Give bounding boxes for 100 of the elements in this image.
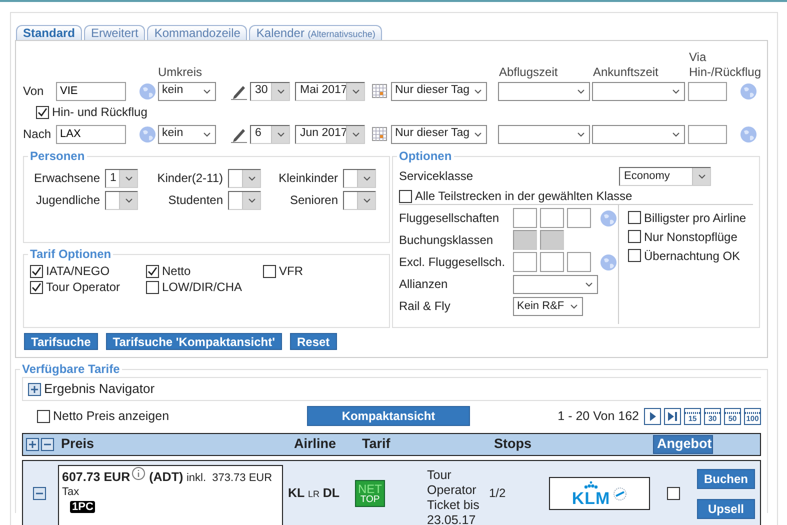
chevron-icon[interactable] [203, 88, 211, 94]
chevron-icon[interactable] [203, 132, 211, 136]
tab[interactable]: Kommandozeile [147, 25, 248, 40]
date-range-select[interactable]: Nur dieser Tag [391, 82, 487, 100]
checkbox-label: Nur Nonstopflüge [644, 230, 738, 244]
count-select[interactable]: 1 [105, 169, 138, 188]
last-page-icon[interactable] [664, 408, 681, 424]
baggage-badge: 1PC [70, 500, 96, 513]
chevron-icon[interactable] [248, 198, 256, 203]
day-select[interactable]: 30 [250, 82, 290, 100]
navigator-label[interactable]: Ergebnis Navigator [44, 381, 155, 397]
chevron-icon[interactable] [352, 88, 360, 94]
chevron-icon[interactable] [577, 132, 585, 136]
chevron-icon[interactable] [474, 88, 482, 94]
expand-all-icon[interactable] [26, 438, 39, 451]
compact-view-button[interactable]: Kompaktansicht [307, 406, 470, 426]
price: 607.73 EUR [62, 470, 130, 484]
calendar-icon[interactable] [372, 127, 387, 141]
tab[interactable]: Kalender (Alternativsuche) [249, 25, 382, 40]
checkbox[interactable] [30, 264, 43, 278]
fare-info: Tour Operator Ticket bis 23.05.17 [427, 468, 480, 525]
chevron-icon[interactable] [474, 132, 482, 136]
chevron-icon[interactable] [362, 176, 370, 181]
airport-field[interactable]: LAX [56, 124, 126, 144]
field-label: Senioren [288, 193, 338, 208]
checkbox[interactable] [263, 264, 276, 278]
column-header: Airline [294, 436, 338, 453]
chevron-icon[interactable] [276, 88, 284, 94]
collapse-icon[interactable] [33, 487, 46, 500]
section-title: Optionen [398, 150, 453, 162]
column-header[interactable]: Angebot [653, 435, 713, 454]
checkbox[interactable] [399, 190, 412, 203]
action-button[interactable]: Upsell [697, 498, 755, 518]
chevron-icon[interactable] [698, 174, 706, 179]
expand-icon[interactable] [28, 382, 41, 396]
rail-fly-select[interactable]: Kein R&F [513, 296, 583, 316]
departure-time-select[interactable] [498, 82, 590, 100]
code-field[interactable] [513, 208, 537, 228]
fare-badge: NET TOP [355, 480, 385, 507]
tab[interactable]: Erweitert [84, 25, 146, 40]
radius-select[interactable]: kein [158, 82, 216, 100]
chevron-icon[interactable] [672, 132, 680, 136]
chevron-icon[interactable] [352, 132, 360, 136]
count-select[interactable] [228, 191, 261, 210]
chevron-icon[interactable] [577, 88, 585, 94]
section-title: Tarif Optionen [29, 248, 112, 260]
chevron-icon[interactable] [124, 176, 132, 181]
chevron-icon[interactable] [585, 282, 593, 287]
via-field[interactable] [688, 124, 727, 144]
checkbox-label: Billigster pro Airline [644, 210, 746, 226]
leg-label: Nach [23, 126, 52, 142]
chevron-icon[interactable] [362, 198, 370, 203]
search-button[interactable]: Tarifsuche [24, 333, 98, 350]
tab[interactable]: Standard [16, 25, 82, 40]
checkbox[interactable] [30, 281, 43, 294]
column-label: Ankunftszeit [593, 64, 660, 79]
crown-icon [584, 480, 598, 490]
alliance-select[interactable] [513, 274, 598, 294]
search-button[interactable]: Tarifsuche 'Kompaktansicht' [106, 333, 282, 350]
checkbox[interactable] [628, 230, 641, 244]
calendar-icon[interactable] [372, 84, 387, 98]
collapse-all-icon[interactable] [41, 438, 54, 451]
checkbox[interactable] [146, 264, 159, 278]
chevron-icon[interactable] [570, 304, 578, 309]
count-select[interactable] [343, 191, 376, 210]
passenger-type: (ADT) [149, 470, 184, 484]
airport-field[interactable]: VIE [56, 82, 126, 100]
day-select[interactable]: 6 [250, 124, 290, 144]
checkbox[interactable] [146, 281, 159, 294]
count-select[interactable] [343, 169, 376, 188]
chevron-icon[interactable] [276, 132, 284, 136]
count-select[interactable] [105, 191, 138, 210]
arrival-time-select[interactable] [592, 82, 685, 100]
code-field[interactable] [513, 252, 537, 272]
next-page-icon[interactable] [644, 408, 661, 424]
via-field[interactable] [688, 82, 727, 100]
code-field[interactable] [567, 252, 591, 272]
count-select[interactable] [228, 169, 261, 188]
code-field[interactable] [540, 208, 564, 228]
month-select[interactable]: Jun 2017 [295, 124, 365, 144]
checkbox[interactable] [628, 211, 641, 224]
action-button[interactable]: Buchen [697, 468, 755, 488]
radius-select[interactable]: kein [158, 124, 216, 144]
checkbox[interactable] [37, 410, 50, 422]
checkbox-label: Alle Teilstrecken in der gewählten Klasse [415, 189, 632, 204]
service-class-select[interactable]: Economy [619, 167, 711, 186]
chevron-icon[interactable] [248, 176, 256, 181]
departure-time-select[interactable] [498, 124, 590, 144]
chevron-icon[interactable] [672, 88, 680, 94]
month-select[interactable]: Mai 2017 [295, 82, 365, 100]
date-range-select[interactable]: Nur dieser Tag [391, 124, 487, 144]
arrival-time-select[interactable] [592, 124, 685, 144]
checkbox[interactable] [36, 106, 49, 118]
select-checkbox[interactable] [667, 487, 680, 500]
code-field[interactable] [567, 208, 591, 228]
airline-logo-text: KLM [572, 490, 610, 506]
code-field[interactable] [540, 252, 564, 272]
search-button[interactable]: Reset [290, 333, 337, 350]
chevron-icon[interactable] [124, 198, 132, 203]
checkbox[interactable] [628, 249, 641, 262]
